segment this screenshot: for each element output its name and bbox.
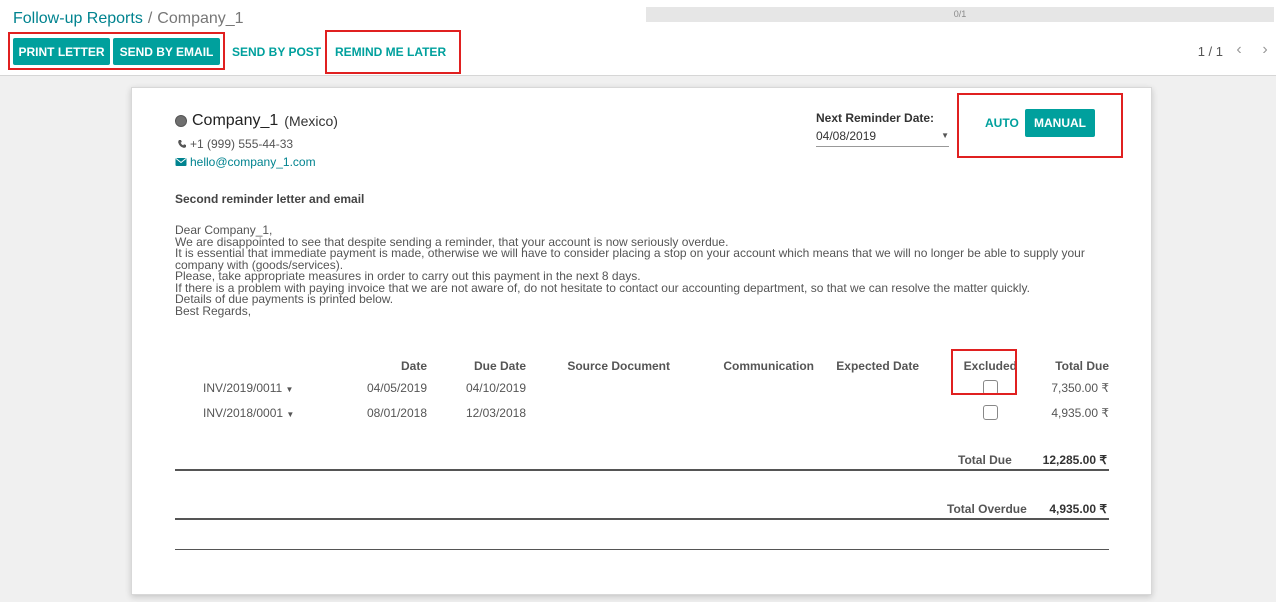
phone-icon: [178, 140, 186, 148]
remind-me-later-button[interactable]: REMIND ME LATER: [335, 38, 446, 65]
pager-value[interactable]: 1 / 1: [1198, 44, 1223, 59]
breadcrumb-followup-reports[interactable]: Follow-up Reports: [13, 10, 143, 27]
send-by-email-button[interactable]: SEND BY EMAIL: [113, 38, 220, 65]
total-overdue-value: 4,935.00 ₹: [1049, 502, 1107, 516]
column-date: Date: [400, 359, 427, 373]
next-reminder-date-field[interactable]: 04/08/2019 ▼: [816, 129, 949, 147]
column-expected-date: Expected Date: [836, 359, 919, 373]
partner-email-text[interactable]: hello@company_1.com: [190, 155, 316, 169]
column-communication: Communication: [723, 359, 814, 373]
invoice-communication: [670, 400, 814, 425]
invoice-due-date-overdue: 12/03/2018: [465, 405, 526, 420]
partner-email[interactable]: hello@company_1.com: [175, 155, 316, 169]
pager-previous-icon[interactable]: ‹: [1231, 41, 1247, 59]
excluded-checkbox[interactable]: [982, 405, 998, 421]
send-by-post-button[interactable]: SEND BY POST: [232, 38, 321, 65]
followup-progress-bar: 0/1: [646, 7, 1274, 22]
invoice-link[interactable]: INV/2018/0001 ▼: [175, 400, 315, 425]
column-total-due: Total Due: [1055, 359, 1109, 373]
column-due-date: Due Date: [473, 359, 526, 373]
invoice-date: 04/05/2019: [366, 380, 427, 395]
print-letter-button[interactable]: PRINT LETTER: [13, 38, 110, 65]
total-due-value: 12,285.00 ₹: [1042, 453, 1107, 467]
invoice-source-document: [526, 375, 670, 400]
excluded-cell: [919, 400, 1017, 425]
invoice-date: 08/01/2018: [366, 405, 427, 420]
partner-country: (Mexico): [284, 113, 338, 129]
partner-header: Company_1 (Mexico): [175, 112, 338, 130]
bottom-divider: [175, 549, 1109, 550]
partner-status-icon: [175, 115, 187, 127]
next-reminder-date-value: 04/08/2019: [816, 129, 877, 143]
envelope-icon: [175, 158, 187, 166]
column-source-document: Source Document: [567, 359, 670, 373]
auto-mode-button[interactable]: AUTO: [985, 109, 1019, 137]
progress-label: 0/1: [953, 9, 967, 19]
invoice-due-date: 04/10/2019: [465, 380, 526, 395]
control-panel: Follow-up Reports / Company_1 0/1 PRINT LE…: [0, 0, 1276, 76]
letter-body[interactable]: Dear Company_1, We are disappointed to s…: [175, 224, 1115, 318]
partner-name[interactable]: Company_1: [192, 112, 278, 130]
next-reminder-label: Next Reminder Date:: [816, 111, 935, 125]
total-due-divider: [175, 469, 1109, 471]
invoice-expected-date[interactable]: [814, 400, 919, 425]
breadcrumb: Follow-up Reports / Company_1: [13, 10, 244, 28]
breadcrumb-current: Company_1: [157, 10, 244, 27]
followup-level-title: Second reminder letter and email: [175, 192, 365, 206]
manual-mode-button[interactable]: MANUAL: [1025, 109, 1095, 137]
invoice-total-due: 7,350.00 ₹: [1051, 380, 1109, 395]
partner-phone: +1 (999) 555-44-33: [177, 137, 293, 151]
followup-report-sheet: Company_1 (Mexico) +1 (999) 555-44-33 he…: [131, 87, 1152, 595]
invoice-communication: [670, 375, 814, 400]
total-overdue-divider: [175, 518, 1109, 520]
invoice-total-due: 4,935.00 ₹: [1051, 405, 1109, 420]
letter-line: Best Regards,: [175, 303, 252, 318]
caret-down-icon: ▼: [286, 409, 295, 419]
invoice-link[interactable]: INV/2019/0011 ▼: [175, 375, 315, 400]
table-row: INV/2018/0001 ▼ 08/01/2018 12/03/2018 4,…: [175, 400, 1109, 425]
total-due-label: Total Due: [958, 453, 1012, 467]
total-overdue-label: Total Overdue: [947, 502, 1027, 516]
caret-down-icon: ▼: [285, 384, 294, 394]
invoice-source-document: [526, 400, 670, 425]
column-invoice: [175, 354, 315, 375]
caret-down-icon: ▼: [941, 131, 949, 140]
breadcrumb-separator: /: [147, 10, 153, 27]
pager-next-icon[interactable]: ›: [1257, 41, 1273, 59]
letter-line: Details of due payments is printed below…: [175, 292, 394, 306]
highlight-box-excluded: [951, 349, 1017, 395]
invoice-expected-date[interactable]: [814, 375, 919, 400]
partner-phone-text: +1 (999) 555-44-33: [190, 137, 294, 151]
